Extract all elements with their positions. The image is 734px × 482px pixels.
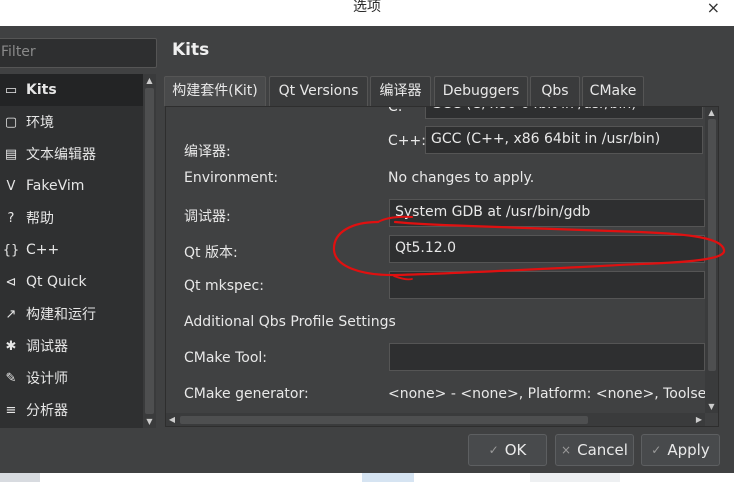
qt-version-select[interactable]: Qt5.12.0 (389, 235, 705, 263)
cancel-icon: × (561, 443, 572, 457)
taskbar-fragment (530, 473, 620, 482)
scroll-right-icon[interactable]: ▶ (693, 413, 705, 426)
scroll-down-icon[interactable]: ▼ (143, 415, 156, 428)
build-run-icon: ↗ (5, 306, 17, 322)
debugger-label: 调试器: (184, 209, 231, 225)
ok-button[interactable]: ✓ OK (468, 434, 547, 466)
c-compiler-select[interactable]: GCC (C, x86 64bit in /usr/bin) (425, 107, 703, 119)
sidebar-item-kits[interactable]: ▭ Kits (0, 74, 143, 106)
cpp-icon: {} (2, 242, 20, 258)
sidebar-item-environment[interactable]: ▢ 环境 (0, 106, 143, 138)
sidebar-item-label: Qt Quick (26, 274, 87, 290)
sidebar-item-label: 分析器 (26, 403, 68, 419)
qbs-settings-label[interactable]: Additional Qbs Profile Settings (184, 314, 396, 330)
qt-mkspec-input[interactable] (389, 271, 705, 299)
sidebar-item-text-editor[interactable]: ▤ 文本编辑器 (0, 138, 143, 170)
sidebar-item-designer[interactable]: ✎ 设计师 (0, 362, 143, 394)
cancel-button-label: Cancel (577, 441, 628, 459)
ok-button-label: OK (504, 441, 527, 459)
taskbar-fragment (362, 473, 414, 482)
scroll-up-icon[interactable]: ▲ (705, 107, 718, 119)
c-compiler-label: C: (388, 106, 403, 115)
sidebar-item-label: 帮助 (26, 211, 54, 227)
debugger-select[interactable]: System GDB at /usr/bin/gdb (389, 199, 705, 227)
environment-value: No changes to apply. (388, 170, 535, 186)
sidebar-item-help[interactable]: ? 帮助 (0, 202, 143, 234)
kit-settings-panel: 编译器: C: GCC (C, x86 64bit in /usr/bin) C… (165, 106, 719, 427)
tab-debuggers[interactable]: Debuggers (434, 76, 528, 106)
sidebar-scrollbar[interactable]: ▲ ▼ (143, 74, 156, 428)
cpp-compiler-label: C++: (388, 133, 426, 149)
panel-vertical-scrollbar[interactable]: ▲ ▼ (705, 107, 718, 413)
check-icon: ✓ (488, 443, 499, 457)
sidebar-item-debugger[interactable]: ✱ 调试器 (0, 330, 143, 362)
qt-quick-icon: ⊲ (5, 274, 17, 290)
designer-icon: ✎ (5, 370, 17, 386)
cmake-generator-value: <none> - <none>, Platform: <none>, Tools… (388, 386, 719, 402)
scroll-up-icon[interactable]: ▲ (143, 74, 156, 87)
sidebar-item-label: 设计师 (26, 371, 68, 387)
fakevim-icon: V (6, 178, 16, 194)
qt-version-label: Qt 版本: (184, 245, 238, 261)
tab-qt-versions[interactable]: Qt Versions (269, 76, 368, 106)
qt-mkspec-label: Qt mkspec: (184, 278, 264, 294)
kits-icon: ▭ (4, 82, 18, 98)
sidebar-item-qt-quick[interactable]: ⊲ Qt Quick (0, 266, 143, 298)
help-icon: ? (7, 210, 15, 226)
sidebar-item-build-run[interactable]: ↗ 构建和运行 (0, 298, 143, 330)
window-title: 选项 (353, 0, 381, 15)
cpp-compiler-select[interactable]: GCC (C++, x86 64bit in /usr/bin) (425, 126, 703, 154)
text-editor-icon: ▤ (4, 146, 18, 162)
sidebar-item-label: FakeVim (26, 178, 85, 194)
scroll-left-icon[interactable]: ◀ (166, 413, 178, 426)
sidebar-item-analyzer[interactable]: ≡ 分析器 (0, 394, 143, 426)
sidebar-item-fakevim[interactable]: V FakeVim (0, 170, 143, 202)
filter-input[interactable]: Filter (0, 38, 157, 68)
apply-button-label: Apply (667, 441, 710, 459)
page-title: Kits (172, 40, 210, 60)
tab-compilers[interactable]: 编译器 (370, 76, 431, 106)
taskbar-fragment (0, 473, 40, 482)
sidebar-item-label: 构建和运行 (26, 307, 96, 323)
sidebar-item-label: 调试器 (26, 339, 68, 355)
sidebar-item-label: Kits (26, 82, 57, 98)
environment-label: Environment: (184, 170, 279, 186)
title-bar: 选项 × (0, 0, 734, 26)
debugger-icon: ✱ (5, 338, 17, 354)
tab-cmake[interactable]: CMake (582, 76, 644, 106)
cmake-tool-label: CMake Tool: (184, 350, 268, 366)
sidebar-item-label: 文本编辑器 (26, 147, 96, 163)
close-icon[interactable]: × (707, 0, 720, 17)
cmake-tool-select[interactable] (389, 343, 705, 371)
analyzer-icon: ≡ (5, 402, 17, 418)
tab-qbs[interactable]: Qbs (530, 76, 580, 106)
scrollbar-thumb[interactable] (145, 88, 154, 414)
apply-button[interactable]: ✓ Apply (641, 434, 720, 466)
scrollbar-thumb[interactable] (708, 119, 716, 371)
cancel-button[interactable]: × Cancel (555, 434, 634, 466)
tab-kits[interactable]: 构建套件(Kit) (164, 76, 266, 106)
sidebar-item-cpp[interactable]: {} C++ (0, 234, 143, 266)
desktop-background-strip (0, 473, 734, 482)
scrollbar-thumb[interactable] (180, 416, 588, 424)
panel-horizontal-scrollbar[interactable]: ◀ ▶ (166, 413, 705, 426)
sidebar-item-label: C++ (26, 242, 60, 258)
monitor-icon: ▢ (4, 114, 18, 130)
options-dialog: Filter ▭ Kits ▢ 环境 ▤ 文本编辑器 V FakeVim ? 帮… (0, 26, 734, 473)
sidebar: ▭ Kits ▢ 环境 ▤ 文本编辑器 V FakeVim ? 帮助 {} C+… (0, 74, 156, 428)
compiler-label: 编译器: (184, 144, 231, 160)
cmake-generator-label: CMake generator: (184, 386, 309, 402)
check-icon: ✓ (651, 443, 662, 457)
sidebar-item-label: 环境 (26, 115, 54, 131)
scroll-down-icon[interactable]: ▼ (705, 401, 718, 413)
